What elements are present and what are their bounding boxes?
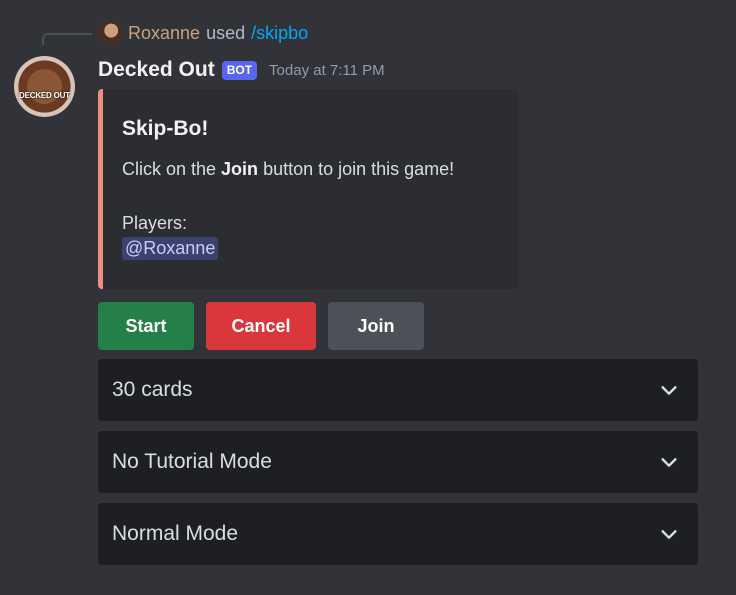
join-button[interactable]: Join xyxy=(328,302,424,350)
reply-user-avatar[interactable] xyxy=(98,21,122,45)
card-count-select[interactable]: 30 cards xyxy=(98,359,698,421)
reply-spine xyxy=(42,33,92,45)
reply-command[interactable]: /skipbo xyxy=(251,23,308,44)
embed-desc-prefix: Click on the xyxy=(122,159,222,179)
avatar-logo-text: DECKED OUT xyxy=(19,91,70,100)
reply-username[interactable]: Roxanne xyxy=(128,23,200,44)
embed-desc-suffix: button to join this game! xyxy=(258,159,455,179)
cancel-button[interactable]: Cancel xyxy=(206,302,316,350)
chevron-down-icon xyxy=(661,530,677,539)
chevron-down-icon xyxy=(661,386,677,395)
embed: Skip-Bo! Click on the Join button to joi… xyxy=(98,89,518,289)
bot-avatar[interactable]: DECKED OUT xyxy=(14,56,75,117)
embed-title: Skip-Bo! xyxy=(122,117,209,140)
select-value: No Tutorial Mode xyxy=(112,450,272,473)
start-button[interactable]: Start xyxy=(98,302,194,350)
user-mention[interactable]: @Roxanne xyxy=(122,237,219,260)
tutorial-mode-select[interactable]: No Tutorial Mode xyxy=(98,431,698,493)
bot-badge: BOT xyxy=(221,60,258,80)
author-name[interactable]: Decked Out xyxy=(98,58,215,82)
action-row: Start Cancel Join xyxy=(98,302,436,350)
message: Roxanne used /skipbo DECKED OUT Decked O… xyxy=(0,0,736,595)
select-value: 30 cards xyxy=(112,378,193,401)
embed-description: Click on the Join button to join this ga… xyxy=(122,159,454,180)
game-mode-select[interactable]: Normal Mode xyxy=(98,503,698,565)
players-label: Players: xyxy=(122,213,188,233)
chevron-down-icon xyxy=(661,458,677,467)
timestamp[interactable]: Today at 7:11 PM xyxy=(269,62,385,79)
embed-desc-bold: Join xyxy=(221,159,259,179)
message-header: Decked Out BOT Today at 7:11 PM xyxy=(98,56,385,84)
command-reply-line: Roxanne used /skipbo xyxy=(98,21,308,45)
reply-used-text: used xyxy=(206,22,246,43)
select-value: Normal Mode xyxy=(112,522,239,545)
